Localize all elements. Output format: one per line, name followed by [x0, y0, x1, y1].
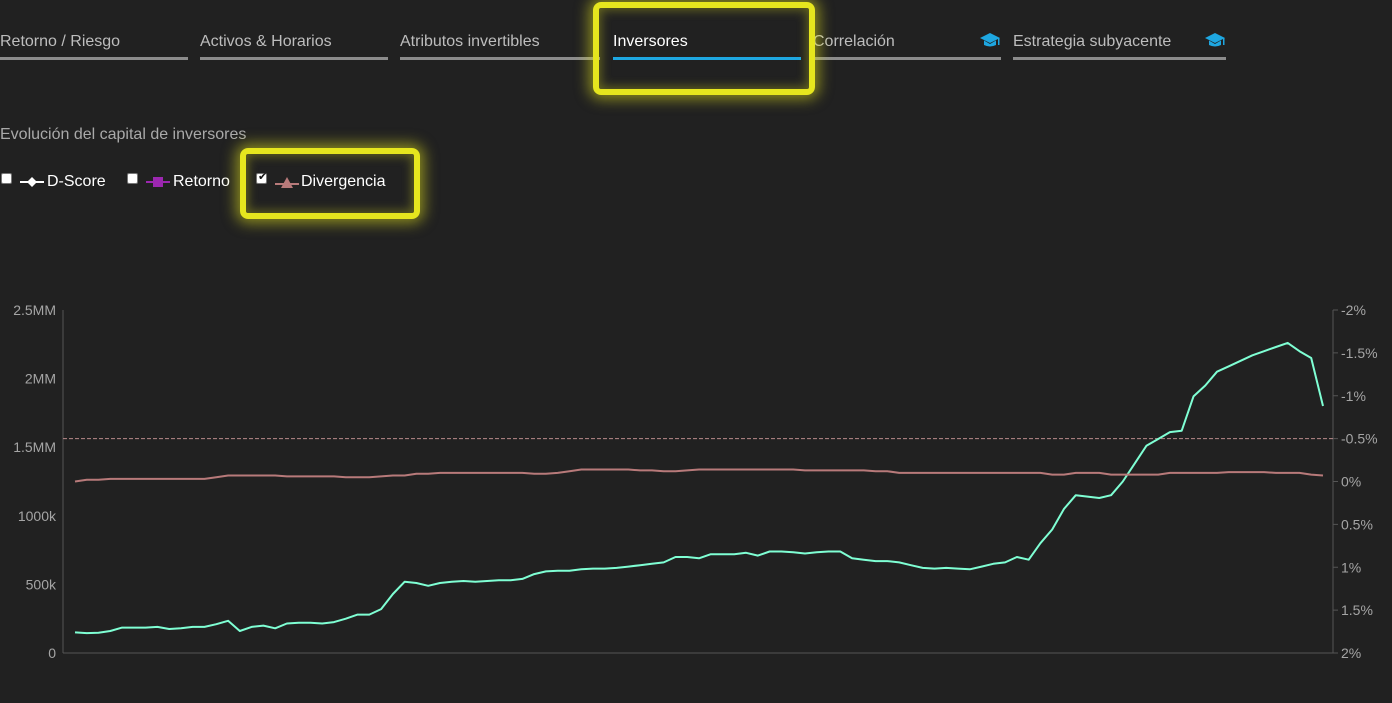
triangle-marker-icon: [275, 177, 299, 188]
tab-label: Inversores: [613, 33, 688, 50]
legend-label: Divergencia: [301, 173, 386, 190]
tab-inversores[interactable]: Inversores: [613, 30, 801, 60]
graduation-cap-icon: [1205, 33, 1225, 47]
tab-label: Estrategia subyacente: [1013, 33, 1172, 50]
tab-label: Retorno / Riesgo: [0, 33, 121, 50]
legend-label: D-Score: [47, 173, 106, 190]
capital-series-line: [74, 341, 1324, 635]
chart-subtitle: Evolución del capital de inversores: [0, 126, 247, 143]
y-right-tick-label: -2%: [1341, 302, 1366, 318]
y-right-tick-label: -1%: [1341, 388, 1366, 404]
y-left-tick-label: 500k: [26, 576, 57, 592]
divergencia-series-line: [74, 468, 1324, 483]
diamond-marker-icon: [20, 177, 44, 187]
y-right-tick-label: 2%: [1341, 645, 1361, 661]
divergencia-checkbox[interactable]: ✔: [256, 171, 268, 184]
y-right-tick-label: 0%: [1341, 474, 1361, 490]
tab-estrategia-subyacente[interactable]: Estrategia subyacente: [1013, 30, 1226, 60]
y-left-tick-label: 2.5MM: [13, 302, 56, 318]
legend-label: Retorno: [173, 173, 230, 190]
y-right-tick-label: -1.5%: [1341, 345, 1378, 361]
investor-capital-chart: 2.5MM 2MM 1.5MM 1000k 500k 0 -2% -1.5% -1% -0.5% 0…: [13, 302, 1378, 661]
tab-label: Atributos invertibles: [400, 33, 540, 50]
legend-item-dscore[interactable]: D-Score: [0, 170, 110, 194]
y-right-tick-label: -0.5%: [1341, 431, 1378, 447]
tab-label: Correlación: [813, 33, 895, 50]
y-left-tick-label: 0: [48, 645, 56, 661]
y-left-tick-label: 1.5MM: [13, 439, 56, 455]
y-right-tick-label: 0.5%: [1341, 516, 1373, 532]
graduation-cap-icon: [980, 33, 1000, 47]
y-left-tick-label: 1000k: [18, 508, 57, 524]
y-right-tick-label: 1.5%: [1341, 602, 1373, 618]
dscore-checkbox[interactable]: [1, 173, 12, 184]
tab-retorno-riesgo[interactable]: Retorno / Riesgo: [0, 30, 188, 60]
retorno-checkbox[interactable]: [127, 173, 138, 184]
y-left-tick-label: 2MM: [25, 371, 56, 387]
square-marker-icon: [146, 177, 170, 187]
check-icon: ✔: [258, 171, 268, 183]
tab-correlacion[interactable]: Correlación: [813, 30, 1001, 60]
tab-label: Activos & Horarios: [200, 33, 332, 50]
tab-activos-horarios[interactable]: Activos & Horarios: [200, 30, 388, 60]
tab-atributos-invertibles[interactable]: Atributos invertibles: [400, 30, 600, 60]
legend-item-retorno[interactable]: Retorno: [126, 170, 236, 194]
tab-bar: Retorno / Riesgo Activos & Horarios Atri…: [0, 0, 1392, 70]
y-right-tick-label: 1%: [1341, 559, 1361, 575]
legend-item-divergencia[interactable]: ✔ Divergencia: [255, 170, 395, 194]
